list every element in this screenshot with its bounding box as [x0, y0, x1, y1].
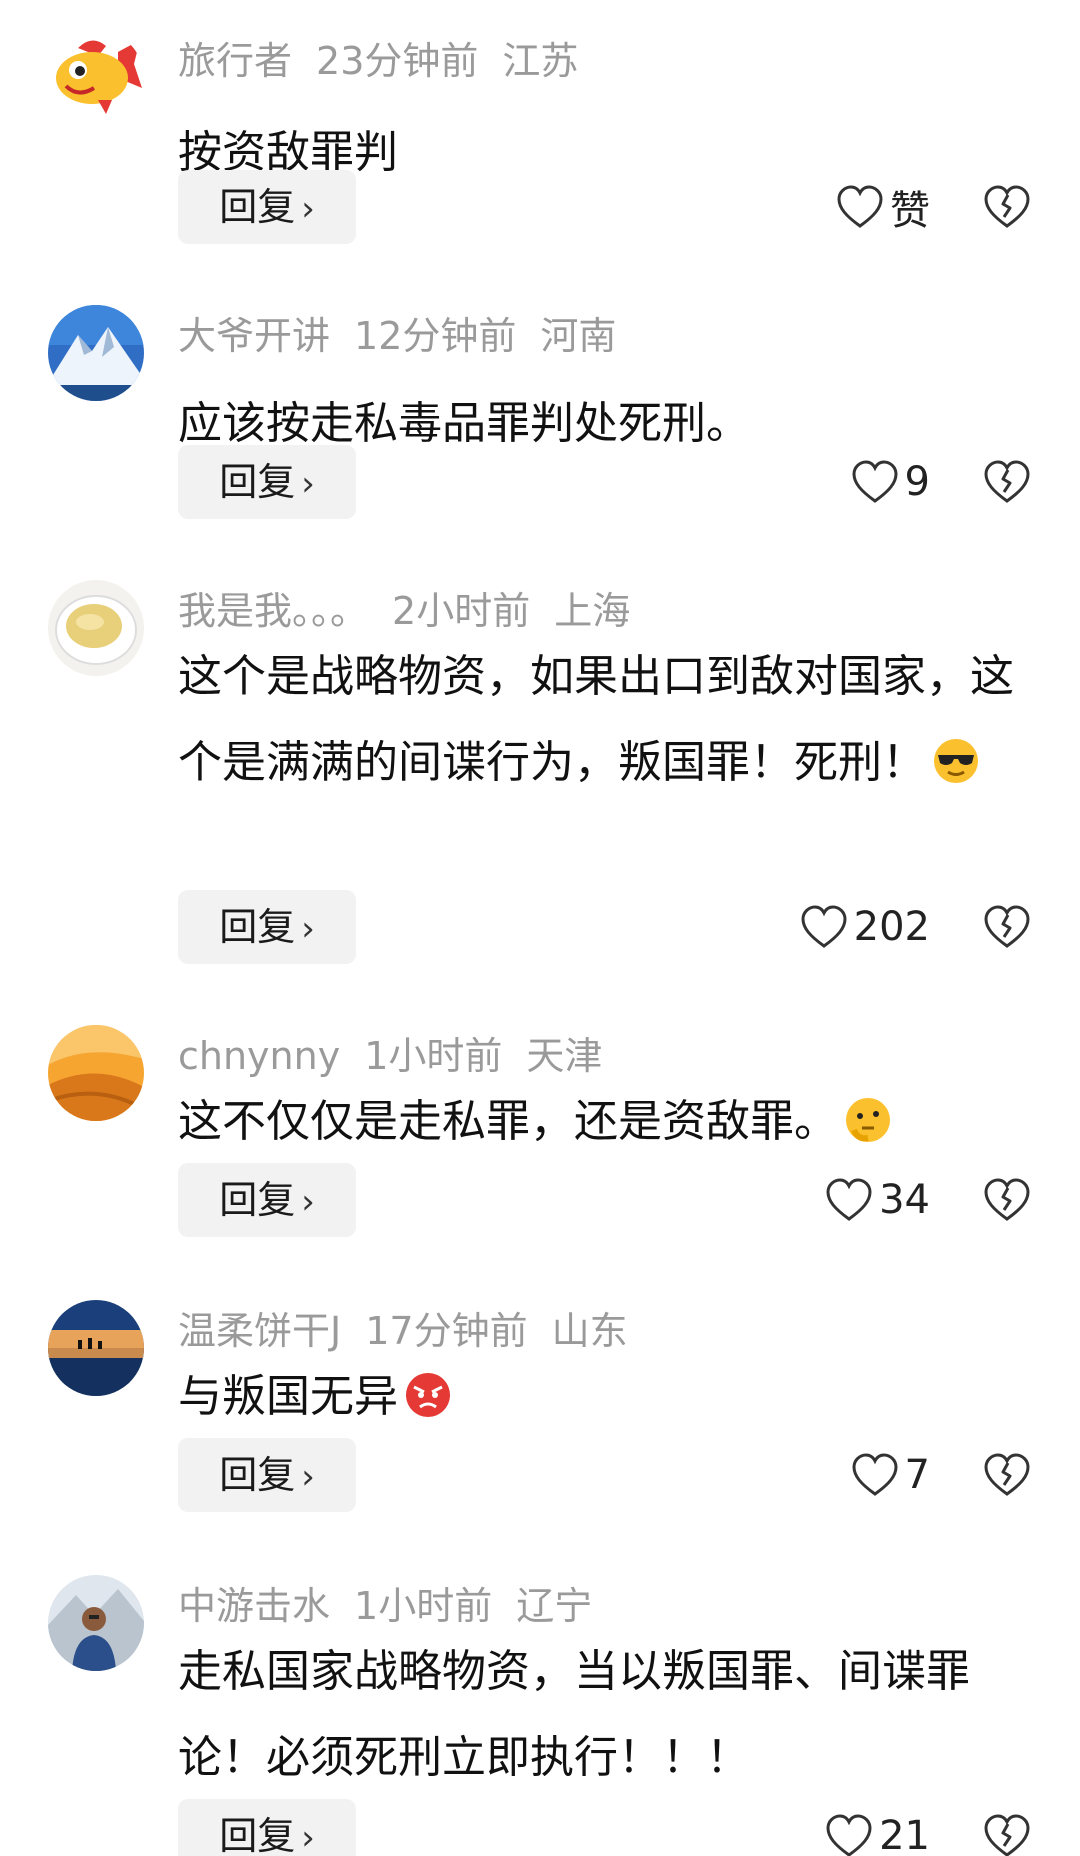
comment-meta: 我是我。。。 2小时前 上海	[178, 588, 654, 634]
reply-label: 回复	[219, 1814, 296, 1856]
reply-button[interactable]: 回复 ›	[178, 170, 356, 244]
reply-button[interactable]: 回复 ›	[178, 1438, 356, 1512]
broken-heart-icon	[983, 1813, 1031, 1856]
location: 河南	[540, 314, 617, 358]
lake-sunset-avatar[interactable]	[48, 1300, 144, 1396]
broken-heart-icon	[983, 1177, 1031, 1223]
location: 上海	[554, 589, 631, 633]
angry-face-emoji	[404, 1362, 452, 1417]
comment-meta: 大爷开讲 12分钟前 河南	[178, 313, 640, 359]
chevron-right-icon: ›	[301, 1182, 315, 1222]
thinking-emoji	[844, 1087, 892, 1142]
username[interactable]: 我是我。。。	[178, 589, 368, 633]
like-count: 202	[853, 904, 930, 950]
comment-text-content: 与叛国无异	[178, 1371, 398, 1422]
username[interactable]: chnynny	[178, 1034, 340, 1078]
dislike-button[interactable]	[982, 890, 1032, 964]
like-button[interactable]: 21	[825, 1799, 930, 1856]
comment-text-content: 这个是战略物资，如果出口到敌对国家，这个是满满的间谍行为，叛国罪！死刑！	[178, 651, 1014, 788]
like-count: 34	[879, 1177, 930, 1223]
reply-button[interactable]: 回复 ›	[178, 445, 356, 519]
reply-label: 回复	[219, 185, 296, 229]
timestamp: 23分钟前	[316, 39, 479, 83]
heart-icon	[825, 1177, 873, 1223]
broken-heart-icon	[983, 1452, 1031, 1498]
comment-text-content: 应该按走私毒品罪判处死刑。	[178, 398, 750, 449]
comment-meta: 温柔饼干J 17分钟前 山东	[178, 1308, 652, 1354]
timestamp: 1小时前	[354, 1584, 493, 1628]
chevron-right-icon: ›	[301, 1818, 315, 1856]
like-count: 21	[879, 1813, 930, 1856]
comment-text: 这个是战略物资，如果出口到敌对国家，这个是满满的间谍行为，叛国罪！死刑！	[178, 634, 1038, 806]
dislike-button[interactable]	[982, 1438, 1032, 1512]
username[interactable]: 大爷开讲	[178, 314, 330, 358]
username[interactable]: 温柔饼干J	[178, 1309, 341, 1353]
location: 江苏	[502, 39, 579, 83]
timestamp: 1小时前	[364, 1034, 503, 1078]
like-count: 9	[904, 459, 930, 505]
like-button[interactable]: 9	[851, 445, 930, 519]
like-button[interactable]: 赞	[836, 170, 930, 244]
location: 辽宁	[516, 1584, 593, 1628]
broken-heart-icon	[983, 904, 1031, 950]
heart-icon	[825, 1813, 873, 1856]
timestamp: 17分钟前	[365, 1309, 528, 1353]
reply-label: 回复	[219, 905, 296, 949]
username[interactable]: 中游击水	[178, 1584, 330, 1628]
like-button[interactable]: 202	[800, 890, 930, 964]
like-count: 赞	[890, 188, 930, 234]
timestamp: 2小时前	[392, 589, 531, 633]
broken-heart-icon	[983, 459, 1031, 505]
comment-text: 这不仅仅是走私罪，还是资敌罪。	[178, 1079, 1038, 1165]
sunglasses-emoji	[932, 728, 980, 783]
like-button[interactable]: 34	[825, 1163, 930, 1237]
snowy-mountain-avatar[interactable]	[48, 305, 144, 401]
heart-icon	[851, 1452, 899, 1498]
comment-text-content: 走私国家战略物资，当以叛国罪、间谍罪论！必须死刑立即执行！！！	[178, 1646, 970, 1783]
dislike-button[interactable]	[982, 1163, 1032, 1237]
location: 山东	[551, 1309, 628, 1353]
comment-meta: chnynny 1小时前 天津	[178, 1033, 626, 1079]
timestamp: 12分钟前	[354, 314, 517, 358]
reply-label: 回复	[219, 1178, 296, 1222]
comment-text-content: 这不仅仅是走私罪，还是资敌罪。	[178, 1096, 838, 1147]
reply-button[interactable]: 回复 ›	[178, 1799, 356, 1856]
like-count: 7	[904, 1452, 930, 1498]
comment-text: 走私国家战略物资，当以叛国罪、间谍罪论！必须死刑立即执行！！！	[178, 1629, 1038, 1801]
dislike-button[interactable]	[982, 445, 1032, 519]
reply-button[interactable]: 回复 ›	[178, 1163, 356, 1237]
comment-feed: 旅行者 23分钟前 江苏 按资敌罪判 回复 › 赞 大爷开讲 12分钟前 河南 …	[0, 0, 1080, 1856]
heart-icon	[800, 904, 848, 950]
reply-button[interactable]: 回复 ›	[178, 890, 356, 964]
comment-meta: 旅行者 23分钟前 江苏	[178, 38, 602, 84]
like-button[interactable]: 7	[851, 1438, 930, 1512]
location: 天津	[526, 1034, 603, 1078]
reply-label: 回复	[219, 460, 296, 504]
cartoon-fish-avatar[interactable]	[48, 30, 144, 126]
heart-icon	[836, 184, 884, 230]
username[interactable]: 旅行者	[178, 39, 292, 83]
chevron-right-icon: ›	[301, 189, 315, 229]
person-mountain-avatar[interactable]	[48, 1575, 144, 1671]
chevron-right-icon: ›	[301, 1457, 315, 1497]
dislike-button[interactable]	[982, 1799, 1032, 1856]
broken-heart-icon	[983, 184, 1031, 230]
chevron-right-icon: ›	[301, 909, 315, 949]
desert-dune-avatar[interactable]	[48, 1025, 144, 1121]
chevron-right-icon: ›	[301, 464, 315, 504]
reply-label: 回复	[219, 1453, 296, 1497]
comment-text: 与叛国无异	[178, 1354, 1038, 1440]
comment-meta: 中游击水 1小时前 辽宁	[178, 1583, 616, 1629]
heart-icon	[851, 459, 899, 505]
tea-cup-avatar[interactable]	[48, 580, 144, 676]
dislike-button[interactable]	[982, 170, 1032, 244]
